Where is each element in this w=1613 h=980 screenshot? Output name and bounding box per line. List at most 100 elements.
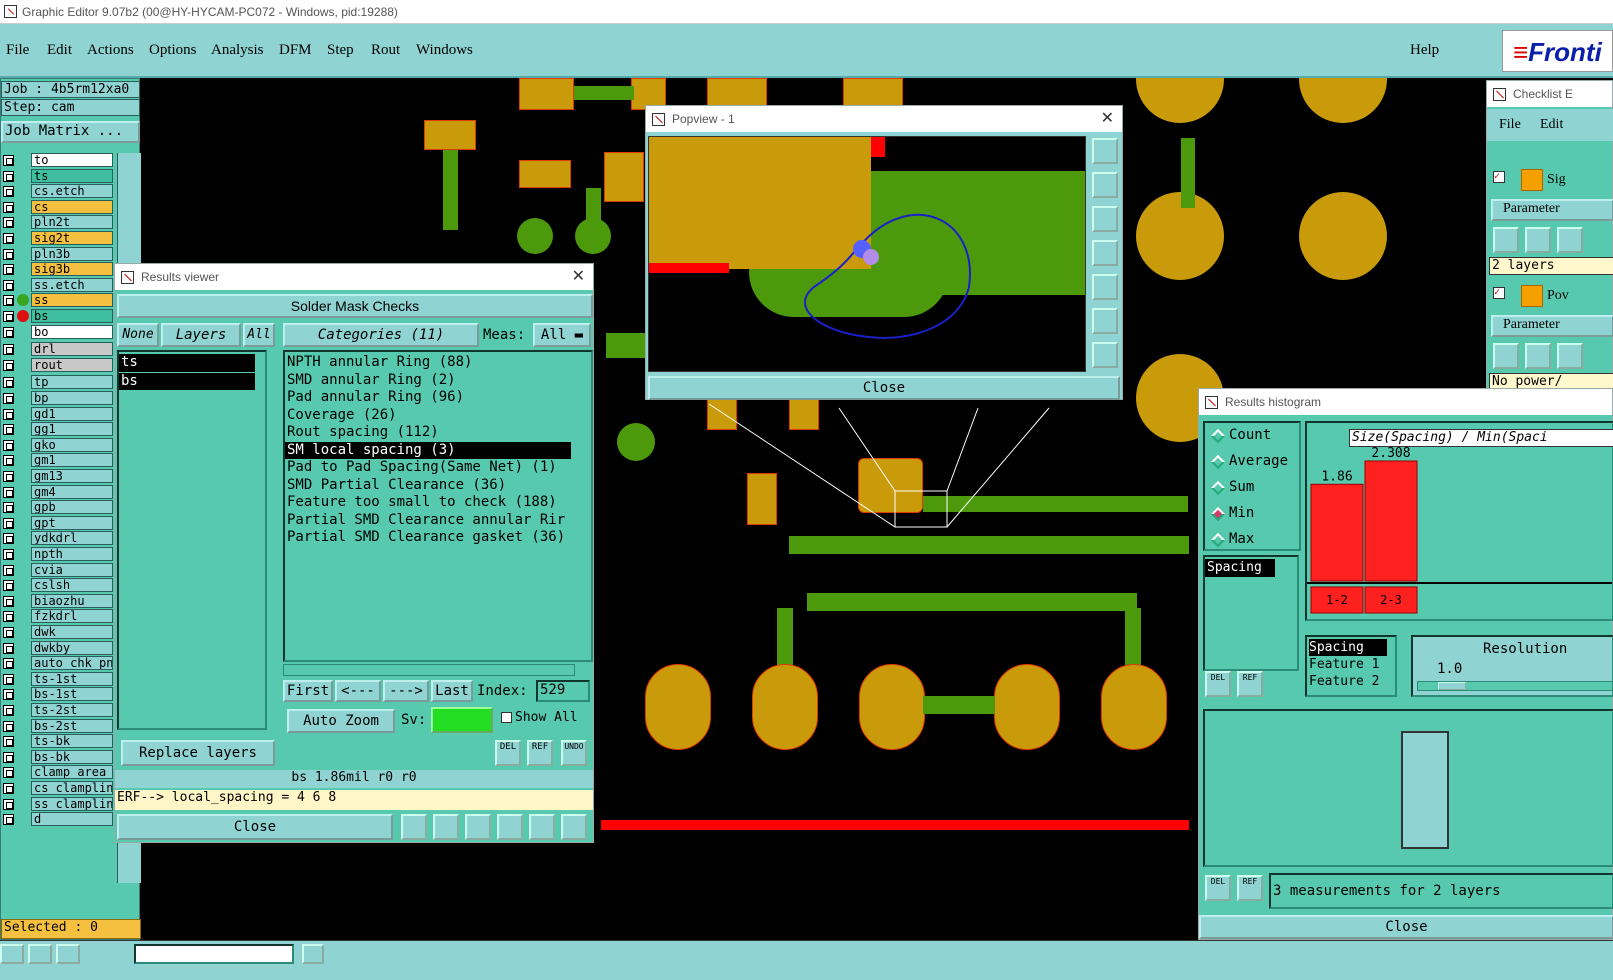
histogram-bar[interactable] (1310, 483, 1364, 582)
pan-up-icon[interactable] (1092, 172, 1118, 198)
layer-checkbox[interactable] (3, 471, 14, 482)
layer-name[interactable]: bs-1st (31, 687, 113, 702)
layer-row[interactable]: gm4 (1, 484, 116, 500)
layer-row[interactable]: bp (1, 391, 116, 406)
layer-checkbox[interactable] (3, 689, 14, 701)
layer-name[interactable]: rout (31, 357, 113, 372)
measurement-list[interactable]: Spacing (1203, 555, 1299, 671)
layer-row[interactable]: ts-1st (1, 671, 116, 687)
show-all-checkbox[interactable] (501, 712, 512, 723)
layer-checkbox[interactable] (3, 393, 14, 404)
category-item[interactable]: SM local spacing (3) (285, 441, 571, 459)
checklist-titlebar[interactable]: Checklist E (1487, 81, 1612, 107)
layer-row[interactable]: rout (1, 357, 116, 373)
bottom-tool-icon[interactable] (0, 944, 24, 964)
list-item[interactable]: Spacing (1205, 559, 1275, 577)
layer-row[interactable]: pln3b (1, 246, 116, 262)
layer-name[interactable]: tp (31, 375, 113, 390)
bottom-tool-icon[interactable] (56, 944, 80, 964)
radio-average[interactable] (1210, 454, 1226, 470)
layer-row[interactable]: biaozhu (1, 593, 116, 609)
layer-checkbox[interactable] (3, 814, 14, 826)
layer-checkbox[interactable] (3, 642, 14, 654)
layer-name[interactable]: ts-2st (31, 703, 113, 717)
menu-help[interactable]: Help (1410, 42, 1439, 59)
layer-checkbox[interactable] (3, 783, 14, 794)
layer-checkbox[interactable] (3, 408, 14, 420)
auto-zoom-select[interactable]: Auto Zoom (287, 709, 395, 733)
radio-sum[interactable] (1210, 480, 1226, 496)
ref-button[interactable]: REF (527, 740, 553, 766)
layer-row[interactable]: d (1, 812, 116, 827)
layer-row[interactable]: dwk (1, 625, 116, 640)
category-item[interactable]: Pad annular Ring (96) (285, 389, 591, 407)
layer-name[interactable]: npth (31, 547, 113, 561)
layer-row[interactable]: gpb (1, 500, 116, 515)
layer-name[interactable]: gm13 (31, 469, 113, 483)
meas-select[interactable]: All ▬ (533, 323, 591, 347)
category-item[interactable]: Rout spacing (112) (285, 424, 591, 442)
sig-checkbox[interactable]: ✓ (1493, 171, 1505, 183)
layer-checkbox[interactable] (3, 549, 14, 560)
del-button[interactable]: DEL (1205, 875, 1231, 901)
tool-icon-2[interactable] (433, 814, 459, 840)
layer-row[interactable]: ss (1, 293, 116, 308)
checklist-menu-edit[interactable]: Edit (1540, 117, 1563, 133)
layer-checkbox[interactable] (3, 736, 14, 748)
pan-left-icon[interactable] (1092, 240, 1118, 266)
histogram-bar[interactable] (1364, 460, 1418, 582)
close-icon[interactable]: ✕ (572, 264, 585, 290)
categories-button[interactable]: Categories (11) (283, 323, 479, 347)
slider-thumb[interactable] (1438, 682, 1466, 690)
index-input[interactable]: 529 (536, 680, 590, 702)
layer-name[interactable]: to (31, 153, 113, 167)
layer-row[interactable]: dwkby (1, 640, 116, 656)
layer-row[interactable]: gko (1, 437, 116, 453)
layer-row[interactable]: npth (1, 547, 116, 562)
list-item[interactable]: bs (119, 372, 255, 390)
layer-row[interactable]: ts-bk (1, 734, 116, 749)
layer-name[interactable]: ts-1st (31, 671, 113, 686)
layer-row[interactable]: gd1 (1, 406, 116, 422)
layer-row[interactable]: gm13 (1, 469, 116, 484)
layer-checkbox[interactable] (3, 311, 14, 322)
layer-checkbox[interactable] (3, 798, 14, 810)
run-icon[interactable] (1525, 227, 1551, 253)
layer-name[interactable]: cs (31, 199, 113, 214)
layer-name[interactable]: pln3b (31, 246, 113, 261)
layer-checkbox[interactable] (3, 720, 14, 732)
run-icon[interactable] (1557, 343, 1583, 369)
results-layer-list[interactable]: ts bs (117, 350, 267, 730)
tool-icon-4[interactable] (497, 814, 523, 840)
layer-row[interactable]: tp (1, 375, 116, 390)
layer-name[interactable]: gm4 (31, 484, 113, 499)
layer-name[interactable]: gko (31, 437, 113, 452)
layer-name[interactable]: clamp_area (31, 765, 113, 780)
layer-name[interactable]: ts (31, 168, 113, 183)
layer-checkbox[interactable] (3, 170, 14, 182)
category-item[interactable]: NPTH annular Ring (88) (285, 354, 591, 372)
layer-checkbox[interactable] (3, 344, 14, 356)
zoom-in-icon[interactable] (1092, 308, 1118, 334)
layer-row[interactable]: bs (1, 309, 116, 324)
parameters-button[interactable]: Parameter (1491, 199, 1613, 221)
layer-row[interactable]: gm1 (1, 453, 116, 468)
bottom-tool-icon[interactable] (28, 944, 52, 964)
layer-checkbox[interactable] (3, 767, 14, 779)
layer-checkbox[interactable] (3, 533, 14, 545)
layer-row[interactable]: to (1, 153, 116, 168)
list-item[interactable]: Feature 1 (1309, 656, 1393, 673)
layer-checkbox[interactable] (3, 186, 14, 198)
categories-hscrollbar[interactable] (283, 664, 575, 676)
run-icon[interactable] (1557, 227, 1583, 253)
first-button[interactable]: First (283, 680, 333, 702)
pan-down-icon[interactable] (1092, 206, 1118, 232)
layer-row[interactable]: fzkdrl (1, 609, 116, 624)
layer-row[interactable]: sig2t (1, 231, 116, 246)
layer-name[interactable]: cvia (31, 562, 113, 577)
menu-dfm[interactable]: DFM (279, 42, 312, 59)
layer-row[interactable]: cs (1, 199, 116, 215)
menu-options[interactable]: Options (149, 42, 197, 59)
layer-row[interactable]: cslsh (1, 578, 116, 593)
run-icon[interactable] (1493, 343, 1519, 369)
